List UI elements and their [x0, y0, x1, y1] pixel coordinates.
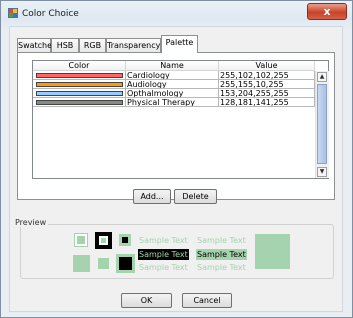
selected-color-swatch — [255, 234, 290, 269]
color-cell — [33, 89, 126, 98]
preview-swatch — [122, 237, 128, 243]
tab-label: HSB — [56, 41, 74, 50]
tab-label: Transparency — [107, 41, 161, 50]
ok-button[interactable]: OK — [121, 293, 172, 308]
color-cell — [33, 71, 126, 80]
window-title: Color Choice — [22, 9, 79, 19]
column-header-value[interactable]: Value — [219, 61, 315, 71]
preview-group-label: Preview — [15, 218, 49, 227]
tab-label: Palette — [165, 38, 194, 47]
sample-text: Sample Text — [139, 263, 188, 272]
scroll-up-arrow-icon[interactable]: ▲ — [317, 72, 327, 82]
close-button[interactable]: x — [307, 3, 347, 20]
tab-rgb[interactable]: RGB — [79, 38, 106, 53]
close-icon: x — [323, 5, 331, 18]
value-cell: 128,181,141,255 — [219, 98, 315, 107]
name-cell: Opthalmology — [126, 89, 219, 98]
color-swatch — [36, 91, 123, 96]
add-button[interactable]: Add... — [133, 189, 171, 204]
tab-palette[interactable]: Palette — [161, 35, 198, 53]
sample-text: Sample Text — [196, 249, 247, 260]
color-swatch — [36, 100, 123, 105]
title-bar: Color Choice x — [1, 1, 352, 25]
tab-swatches[interactable]: Swatches — [17, 38, 56, 53]
scroll-thumb[interactable] — [317, 84, 327, 164]
tab-transparency[interactable]: Transparency — [106, 38, 161, 53]
value-cell: 255,155,10,255 — [219, 80, 315, 89]
tab-label: RGB — [83, 41, 102, 50]
palette-table: Color Name Value Cardiology 255,102,102,… — [32, 60, 329, 179]
name-cell: Cardiology — [126, 71, 219, 80]
preview-swatch — [98, 258, 109, 269]
sample-text: Sample Text — [139, 236, 188, 245]
table-row[interactable]: Cardiology 255,102,102,255 — [33, 71, 315, 80]
column-header-color[interactable]: Color — [33, 61, 126, 71]
color-swatch — [36, 73, 123, 78]
color-cell — [33, 98, 126, 107]
name-cell: Physical Therapy — [126, 98, 219, 107]
cancel-button[interactable]: Cancel — [182, 293, 232, 308]
color-swatch — [36, 82, 123, 87]
preview-swatch — [73, 255, 90, 272]
tab-hsb[interactable]: HSB — [51, 38, 79, 53]
column-header-name[interactable]: Name — [126, 61, 219, 71]
sample-text: Sample Text — [197, 263, 246, 272]
preview-swatch — [119, 257, 132, 270]
value-cell: 255,102,102,255 — [219, 71, 315, 80]
preview-swatch — [99, 236, 108, 245]
preview-swatch — [74, 233, 88, 247]
table-row[interactable]: Opthalmology 153,204,255,255 — [33, 89, 315, 98]
name-cell: Audiology — [126, 80, 219, 89]
table-row[interactable]: Physical Therapy 128,181,141,255 — [33, 98, 315, 107]
color-cell — [33, 80, 126, 89]
table-vertical-scrollbar[interactable]: ▲ ▼ — [315, 71, 329, 178]
color-palette-icon — [8, 8, 18, 18]
scroll-down-arrow-icon[interactable]: ▼ — [317, 167, 327, 177]
sample-text: Sample Text — [138, 249, 189, 260]
value-cell: 153,204,255,255 — [219, 89, 315, 98]
sample-text: Sample Text — [197, 236, 246, 245]
delete-button[interactable]: Delete — [174, 189, 217, 204]
table-row[interactable]: Audiology 255,155,10,255 — [33, 80, 315, 89]
